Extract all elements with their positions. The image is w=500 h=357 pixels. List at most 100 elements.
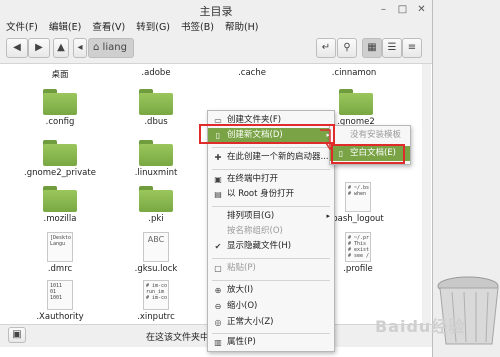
folder-icon (43, 140, 77, 166)
menu-item-properties[interactable]: ▥ 属性(P) (208, 335, 334, 350)
chevron-left-icon: ◂ (77, 42, 83, 53)
up-button[interactable]: ▲ (53, 38, 69, 58)
file-name: .gksu.lock (134, 264, 178, 274)
menu-go[interactable]: 转到(G) (136, 20, 170, 35)
file-item[interactable]: ABC .gksu.lock (116, 232, 196, 274)
arrow-up-icon: ▲ (57, 42, 65, 53)
file-name: .linuxmint (134, 168, 178, 178)
context-menu: ▭创建文件夹(F) ▯创建新文档(D)▸ ✚在此创建一个新的启动器... ▣在终… (207, 110, 335, 352)
submenu-arrow-icon: ▸ (326, 212, 330, 220)
search-icon: ⚲ (343, 42, 351, 53)
window-title: 主目录 (199, 5, 233, 18)
compact-list-icon: ≡ (407, 42, 417, 53)
location-icon: ↵ (321, 42, 331, 53)
file-name: .config (45, 117, 75, 127)
file-item[interactable]: .gnome2_private (20, 140, 100, 178)
plus-icon: ✚ (214, 153, 222, 162)
close-icon[interactable]: ✕ (415, 3, 428, 16)
zoom-out-icon: ⊖ (214, 302, 222, 311)
zoom-normal-icon: ◎ (214, 318, 222, 327)
grid-icon: ▦ (367, 42, 377, 53)
file-name: 桌面 (51, 70, 69, 80)
file-item[interactable]: .dbus (116, 89, 196, 127)
folder-icon (139, 89, 173, 115)
file-item[interactable]: .linuxmint (116, 140, 196, 178)
text-file-icon: [Deskto Langu (47, 232, 73, 262)
menu-item-normal-size[interactable]: ◎ 正常大小(Z) (208, 315, 334, 330)
location-toggle-button[interactable]: ↵ (316, 38, 336, 58)
list-icon: ☰ (387, 42, 397, 53)
file-name: .Xauthority (36, 312, 84, 322)
file-item[interactable]: .cache (212, 68, 292, 78)
file-name: .dbus (144, 117, 168, 127)
sidebar-icon: ▣ (12, 329, 22, 340)
compact-view-button[interactable]: ≡ (402, 38, 422, 58)
title-bar: 主目录 – □ ✕ (0, 0, 432, 21)
file-item[interactable]: # im-co run_im # im-co .xinputrc (116, 280, 196, 322)
arrow-left-icon: ◀ (13, 42, 21, 53)
file-name: .mozilla (43, 214, 77, 224)
file-name: .gnome2_private (24, 168, 96, 178)
terminal-icon: ▣ (214, 175, 222, 184)
path-button-home[interactable]: ⌂ liang (88, 38, 134, 58)
menu-item-show-hidden[interactable]: ✔ 显示隐藏文件(H) (208, 239, 334, 254)
check-icon: ✔ (214, 242, 222, 251)
annotation-arrow-icon (320, 129, 335, 151)
list-view-button[interactable]: ☰ (382, 38, 402, 58)
annotation-box-create-document (199, 124, 335, 144)
properties-icon: ▥ (214, 338, 222, 347)
folder-icon (43, 186, 77, 212)
icon-view-button[interactable]: ▦ (362, 38, 382, 58)
file-item[interactable]: .config (20, 89, 100, 127)
path-toggle-button[interactable]: ◂ (73, 38, 87, 58)
script-file-icon: # ~/.bs # when (345, 182, 371, 212)
binary-file-icon: 1011 01 1001 (47, 280, 73, 310)
file-name: .dmrc (47, 264, 73, 274)
root-icon: ▤ (214, 190, 222, 199)
zoom-in-icon: ⊕ (214, 286, 222, 295)
file-item[interactable]: .adobe (116, 68, 196, 78)
menu-view[interactable]: 查看(V) (92, 20, 125, 35)
folder-icon (339, 89, 373, 115)
menu-item-create-launcher[interactable]: ✚ 在此创建一个新的启动器... (208, 150, 334, 165)
menu-bookmarks[interactable]: 书签(B) (181, 20, 214, 35)
maximize-icon[interactable]: □ (396, 3, 409, 16)
search-button[interactable]: ⚲ (337, 38, 357, 58)
file-name: .xinputrc (137, 312, 175, 322)
file-item[interactable]: 桌面 (20, 68, 100, 80)
file-item[interactable]: [Deskto Langu .dmrc (20, 232, 100, 274)
menu-edit[interactable]: 编辑(E) (49, 20, 81, 35)
menu-item-zoom-in[interactable]: ⊕ 放大(I) (208, 283, 334, 298)
file-item[interactable]: .pki (116, 186, 196, 224)
file-name: .cache (238, 68, 266, 78)
back-button[interactable]: ◀ (6, 38, 28, 58)
menu-item-organize-by-name: 按名称组织(O) (227, 226, 283, 236)
text-file-icon: ABC (143, 232, 169, 262)
menu-help[interactable]: 帮助(H) (225, 20, 259, 35)
script-file-icon: # ~/.pr # This # exist # see / (345, 232, 371, 262)
menu-item-paste: ▢ 粘贴(P) (208, 261, 334, 276)
file-name: .cinnamon (331, 68, 377, 78)
file-item[interactable]: .cinnamon (314, 68, 394, 78)
menu-file[interactable]: 文件(F) (6, 20, 38, 35)
watermark: Baidu经验 (375, 317, 466, 336)
toolbar: ◀ ▶ ▲ ◂ ⌂ liang ↵ ⚲ ▦ ☰ ≡ (0, 35, 432, 64)
folder-icon (43, 89, 77, 115)
arrow-right-icon: ▶ (35, 42, 43, 53)
script-file-icon: # im-co run_im # im-co (143, 280, 169, 310)
file-name: .pki (148, 214, 164, 224)
file-name: .adobe (141, 68, 171, 78)
minimize-icon[interactable]: – (377, 3, 390, 16)
folder-icon (139, 140, 173, 166)
menu-item-open-as-root[interactable]: ▤ 以 Root 身份打开 (208, 187, 334, 202)
file-item[interactable]: .mozilla (20, 186, 100, 224)
sidebar-toggle-button[interactable]: ▣ (8, 327, 26, 343)
menu-item-open-terminal[interactable]: ▣ 在终端中打开 (208, 172, 334, 187)
path-label: liang (102, 42, 127, 53)
file-item[interactable]: 1011 01 1001 .Xauthority (20, 280, 100, 322)
menu-item-arrange[interactable]: 排列项目(G) ▸ (208, 209, 334, 224)
menu-item-zoom-out[interactable]: ⊖ 缩小(O) (208, 299, 334, 314)
paste-icon: ▢ (214, 264, 222, 273)
folder-icon (139, 186, 173, 212)
forward-button[interactable]: ▶ (28, 38, 50, 58)
